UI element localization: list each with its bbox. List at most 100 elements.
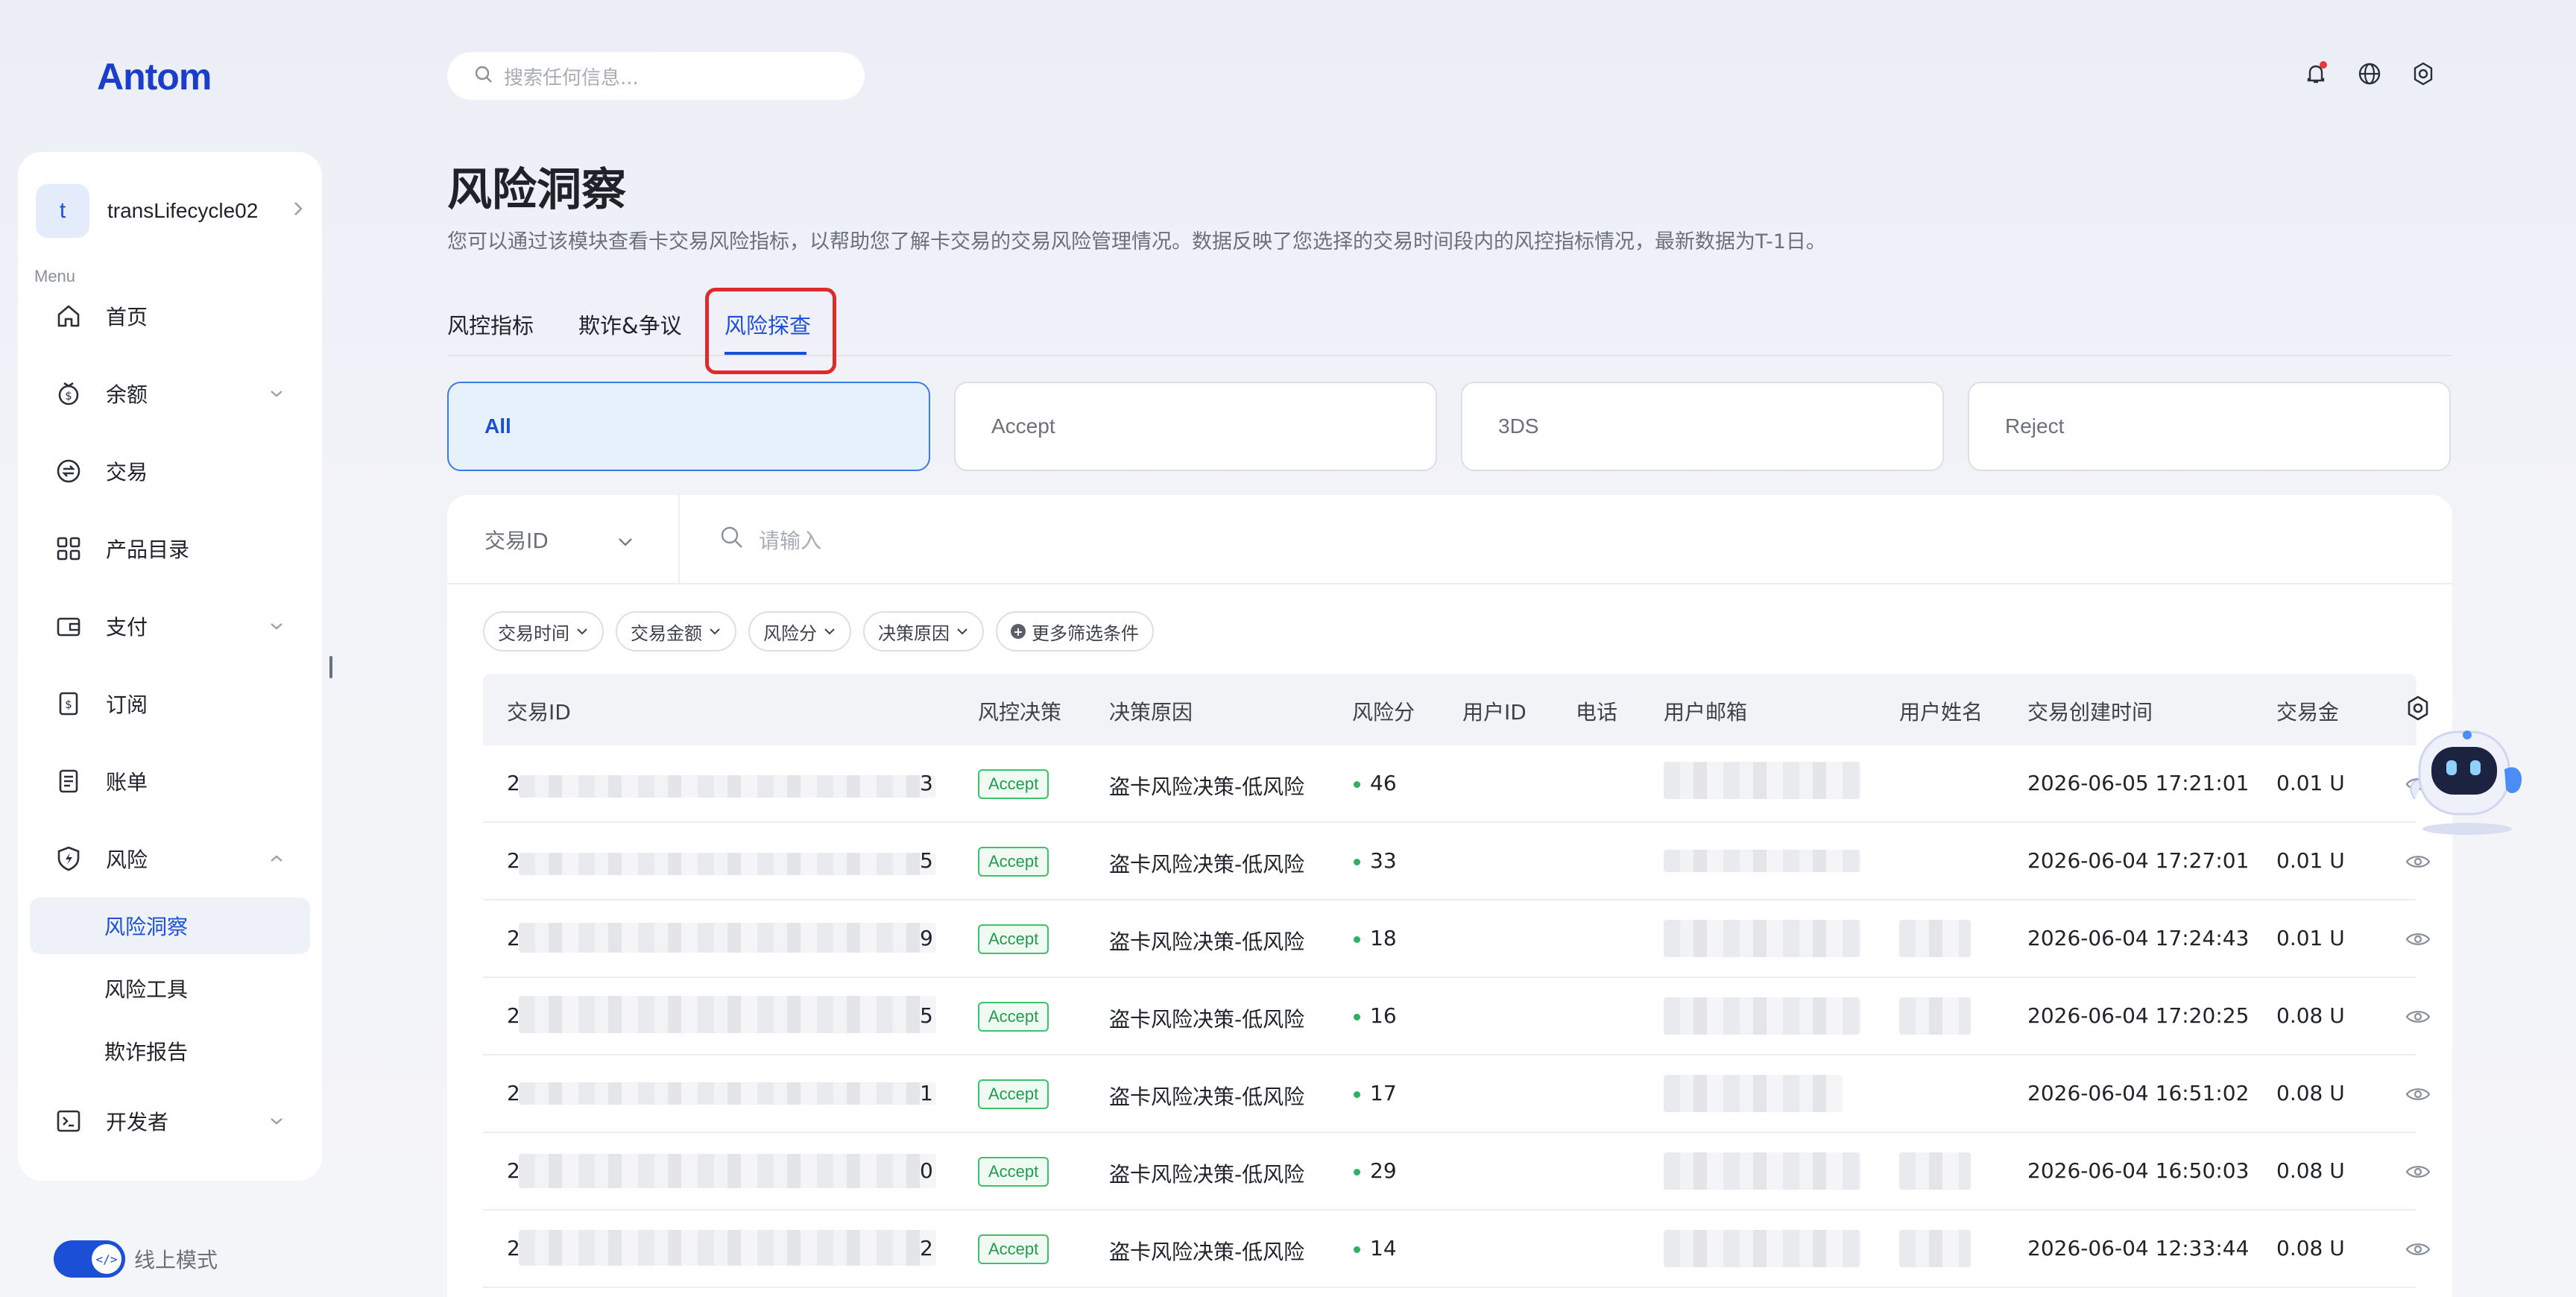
table-row[interactable]: 2 5 Accept 盗卡风险决策-低风险 16 2026-06-04 17:2… xyxy=(483,978,2431,1055)
col-risk-score[interactable]: 风险分 xyxy=(1352,696,1415,726)
balance-icon: $ xyxy=(52,377,85,410)
col-user-id[interactable]: 用户ID xyxy=(1462,696,1527,726)
table-row[interactable]: 2 3 Accept 盗卡风险决策-低风险 46 2026-06-05 17:2… xyxy=(483,745,2431,823)
redacted-transaction-id xyxy=(519,1230,936,1266)
filter-card-reject[interactable]: Reject xyxy=(1968,382,2451,471)
eye-icon[interactable] xyxy=(2403,1079,2433,1109)
risk-level-dot xyxy=(1354,1091,1360,1098)
eye-icon[interactable] xyxy=(2403,1157,2433,1187)
redacted-transaction-id xyxy=(519,1154,936,1188)
sidebar-item-home[interactable]: 首页 xyxy=(30,288,310,344)
table-row[interactable]: 2 5 Accept 盗卡风险决策-低风险 33 2026-06-04 17:2… xyxy=(483,823,2431,900)
svg-text:$: $ xyxy=(65,698,72,711)
sidebar-item-developers[interactable]: 开发者 xyxy=(30,1093,310,1149)
col-reason[interactable]: 决策原因 xyxy=(1109,696,1193,726)
sidebar-item-risk-insight[interactable]: 风险洞察 xyxy=(30,897,310,954)
assistant-robot-icon[interactable] xyxy=(2393,717,2531,836)
chip-transaction-amount[interactable]: 交易金额 xyxy=(616,611,736,651)
col-created-time[interactable]: 交易创建时间 xyxy=(2027,696,2153,726)
chevron-down-icon xyxy=(265,622,288,631)
sidebar-item-subscriptions[interactable]: $ 订阅 xyxy=(30,675,310,732)
live-mode-toggle[interactable]: </> 线上模式 xyxy=(54,1240,218,1278)
shield-icon xyxy=(52,842,85,875)
sidebar-item-fraud-report[interactable]: 欺诈报告 xyxy=(30,1023,310,1079)
eye-icon[interactable] xyxy=(2403,1002,2433,1032)
redacted-transaction-id xyxy=(519,996,936,1033)
home-icon xyxy=(52,300,85,332)
sidebar-item-balance[interactable]: $ 余额 xyxy=(30,365,310,422)
search-icon xyxy=(474,65,493,87)
search-placeholder: 搜索任何信息... xyxy=(504,66,639,89)
col-user-name[interactable]: 用户姓名 xyxy=(1899,696,1983,726)
filter-card-accept[interactable]: Accept xyxy=(954,382,1437,471)
globe-icon[interactable] xyxy=(2354,58,2385,89)
gear-icon[interactable] xyxy=(2408,58,2439,89)
risk-level-dot xyxy=(1354,1014,1360,1020)
chevron-down-icon xyxy=(265,1117,288,1126)
redacted-email xyxy=(1664,1152,1860,1190)
sidebar-item-payments[interactable]: 支付 xyxy=(30,598,310,654)
chip-risk-score[interactable]: 风险分 xyxy=(748,611,851,651)
risk-level-dot xyxy=(1354,936,1360,943)
redacted-user-name xyxy=(1899,997,1971,1035)
chip-decision-reason[interactable]: 决策原因 xyxy=(863,611,984,651)
col-decision[interactable]: 风控决策 xyxy=(978,696,1061,726)
redacted-user-name xyxy=(1899,1230,1971,1267)
decision-badge: Accept xyxy=(978,924,1049,954)
table-row[interactable]: 2 1 Accept 盗卡风险决策-低风险 17 2026-06-04 16:5… xyxy=(483,1055,2431,1133)
query-input[interactable]: 请输入 xyxy=(720,525,821,555)
account-switcher[interactable]: t transLifecycle02 xyxy=(36,179,304,243)
redacted-email xyxy=(1664,920,1860,957)
eye-icon[interactable] xyxy=(2403,1234,2433,1264)
chip-more-filters[interactable]: + 更多筛选条件 xyxy=(996,611,1154,651)
antom-logo[interactable]: Antom xyxy=(97,55,212,98)
redacted-transaction-id xyxy=(519,1082,936,1105)
redacted-transaction-id xyxy=(519,853,936,875)
query-field-select[interactable]: 交易ID xyxy=(484,525,634,555)
bell-icon[interactable] xyxy=(2300,58,2332,89)
risk-level-dot xyxy=(1354,859,1360,865)
chevron-down-icon xyxy=(575,627,589,636)
tab-fraud-disputes[interactable]: 欺诈&争议 xyxy=(578,309,682,340)
decision-badge: Accept xyxy=(978,1157,1049,1187)
col-phone[interactable]: 电话 xyxy=(1576,696,1617,726)
chip-transaction-time[interactable]: 交易时间 xyxy=(483,611,604,651)
risk-level-dot xyxy=(1354,1246,1360,1253)
decision-badge: Accept xyxy=(978,1234,1049,1264)
sidebar-item-risk[interactable]: 风险 xyxy=(30,830,310,887)
col-amount[interactable]: 交易金 xyxy=(2276,696,2339,726)
code-icon: </> xyxy=(92,1244,121,1274)
filter-card-3ds[interactable]: 3DS xyxy=(1461,382,1944,471)
decision-badge: Accept xyxy=(978,1079,1049,1109)
filter-chip-row: 交易时间 交易金额 风险分 决策原因 + 更多筛选条件 xyxy=(483,611,1154,651)
col-user-email[interactable]: 用户邮箱 xyxy=(1664,696,1747,726)
chevron-right-icon xyxy=(292,200,304,222)
redacted-transaction-id xyxy=(519,775,936,798)
menu-label: Menu xyxy=(34,267,76,285)
eye-icon[interactable] xyxy=(2403,847,2433,877)
redacted-email xyxy=(1664,1075,1843,1112)
table-row[interactable]: 2 0 Accept 盗卡风险决策-低风险 29 2026-06-04 16:5… xyxy=(483,1133,2431,1211)
col-transaction-id[interactable]: 交易ID xyxy=(507,696,571,726)
global-search[interactable]: 搜索任何信息... xyxy=(447,52,865,100)
annotation-highlight-box xyxy=(705,288,836,374)
filter-card-all[interactable]: All xyxy=(447,382,930,471)
mode-label: 线上模式 xyxy=(134,1248,218,1272)
sidebar-item-risk-tools[interactable]: 风险工具 xyxy=(30,960,310,1017)
table-row[interactable]: 2 2 Accept 盗卡风险决策-低风险 14 2026-06-04 12:3… xyxy=(483,1211,2431,1288)
mode-switch[interactable]: </> xyxy=(54,1240,125,1278)
sidebar-item-transactions[interactable]: 交易 xyxy=(30,443,310,499)
sidebar-item-bills[interactable]: 账单 xyxy=(30,753,310,810)
decision-badge: Accept xyxy=(978,847,1049,877)
tab-risk-metrics[interactable]: 风控指标 xyxy=(447,309,534,340)
redacted-user-name xyxy=(1899,1152,1971,1190)
chevron-down-icon xyxy=(708,627,722,636)
table-row[interactable]: 2 9 Accept 盗卡风险决策-低风险 18 2026-06-04 17:2… xyxy=(483,900,2431,978)
chevron-down-icon xyxy=(823,627,836,636)
query-bar: 交易ID 请输入 xyxy=(447,495,2452,584)
eye-icon[interactable] xyxy=(2403,924,2433,954)
page-title: 风险洞察 xyxy=(447,164,626,216)
redacted-email xyxy=(1664,1230,1860,1267)
sidebar-item-catalog[interactable]: 产品目录 xyxy=(30,520,310,577)
sidebar-collapse-handle[interactable] xyxy=(329,656,332,678)
